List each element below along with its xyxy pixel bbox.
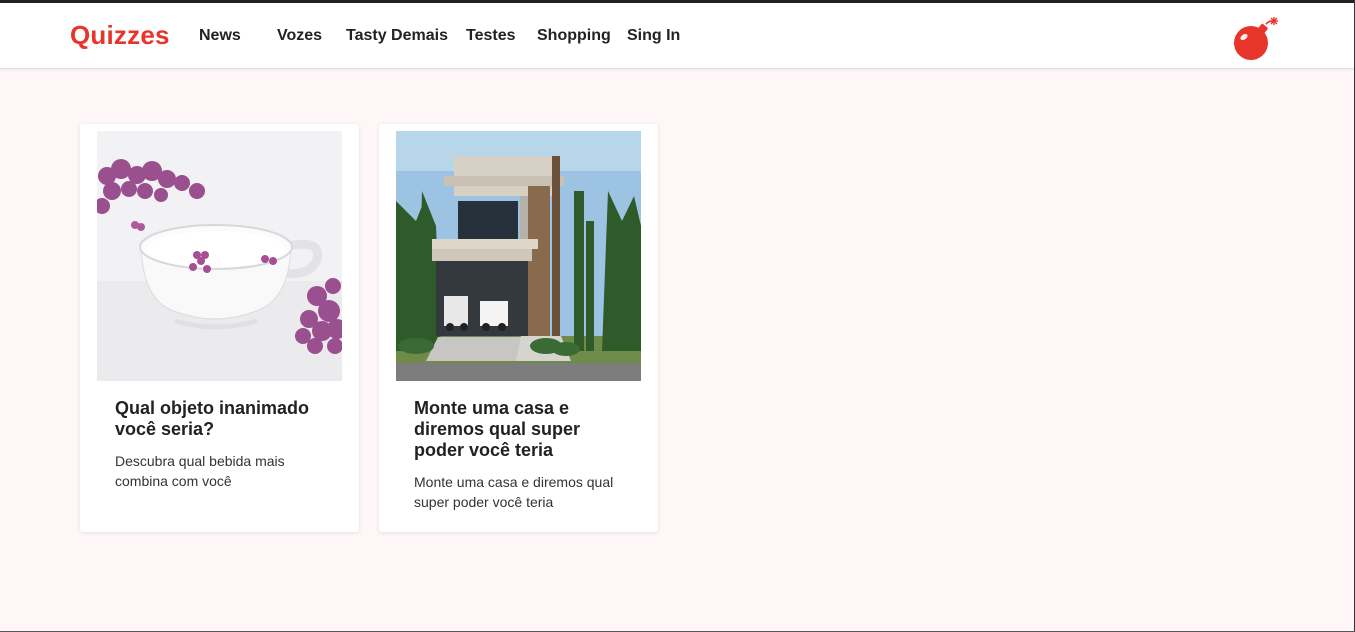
nav-link-tasty-demais[interactable]: Tasty Demais: [346, 27, 448, 45]
quiz-card-image-house[interactable]: [396, 131, 641, 381]
quiz-card-description: Descubra qual bebida mais combina com vo…: [115, 453, 285, 489]
quiz-card-title[interactable]: Qual objeto inanimado você seria?: [115, 398, 335, 440]
bomb-icon[interactable]: [1230, 15, 1280, 65]
nav-link-sign-in[interactable]: Sing In: [627, 27, 680, 45]
nav-link-testes[interactable]: Testes: [466, 27, 516, 45]
nav-link-news[interactable]: News: [199, 27, 241, 45]
quiz-card-image-milk-cup[interactable]: [97, 131, 342, 381]
quiz-card-inanimate-object[interactable]: Qual objeto inanimado você seria? Descub…: [80, 124, 359, 532]
site-logo[interactable]: Quizzes: [70, 20, 170, 51]
nav-link-shopping[interactable]: Shopping: [537, 27, 611, 45]
quiz-card-description: Monte uma casa e diremos qual super pode…: [414, 474, 614, 510]
quiz-card-build-house[interactable]: Monte uma casa e diremos qual super pode…: [379, 124, 658, 532]
quiz-card-title[interactable]: Monte uma casa e diremos qual super pode…: [414, 398, 634, 461]
site-header: Quizzes News Vozes Tasty Demais Testes S…: [0, 3, 1355, 69]
nav-link-vozes[interactable]: Vozes: [277, 27, 322, 45]
